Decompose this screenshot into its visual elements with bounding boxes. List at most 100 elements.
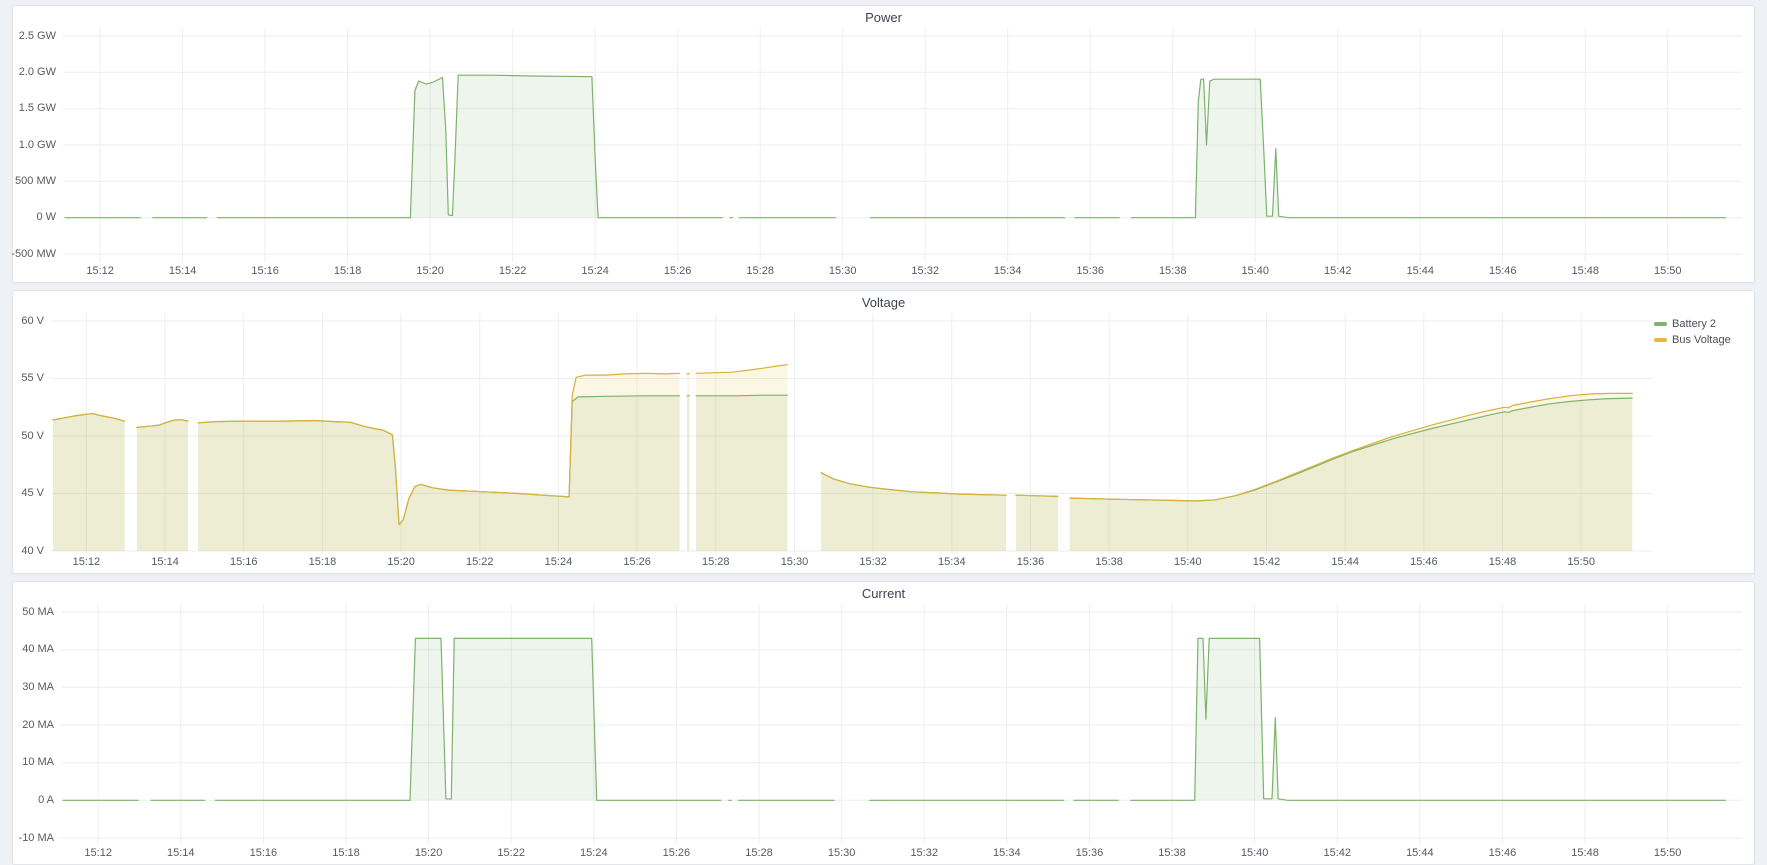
x-tick-label: 15:40: [1233, 847, 1277, 859]
x-tick-label: 15:36: [1008, 556, 1052, 568]
x-tick-label: 15:32: [851, 556, 895, 568]
y-tick-label: 50 V: [21, 430, 44, 442]
x-tick-label: 15:44: [1398, 265, 1442, 277]
x-tick-label: 15:20: [379, 556, 423, 568]
x-tick-label: 15:42: [1316, 265, 1360, 277]
legend-label-bus-voltage: Bus Voltage: [1672, 334, 1731, 346]
x-tick-label: 15:48: [1563, 265, 1607, 277]
x-tick-label: 15:22: [489, 847, 533, 859]
x-tick-label: 15:26: [654, 847, 698, 859]
x-tick-label: 15:38: [1151, 265, 1195, 277]
x-tick-label: 15:20: [407, 847, 451, 859]
x-tick-label: 15:28: [738, 265, 782, 277]
x-axis-power: 15:1215:1415:1615:1815:2015:2215:2415:26…: [63, 262, 1742, 282]
x-tick-label: 15:50: [1646, 265, 1690, 277]
dashboard: { "page": { "background": "#eef1f5" }, "…: [0, 0, 1767, 863]
y-tick-label: 55 V: [21, 372, 44, 384]
x-tick-label: 15:34: [986, 265, 1030, 277]
y-tick-label: 0 W: [36, 211, 56, 223]
x-tick-label: 15:36: [1068, 265, 1112, 277]
x-tick-label: 15:38: [1150, 847, 1194, 859]
y-tick-label: 50 MA: [22, 606, 54, 618]
x-tick-label: 15:34: [930, 556, 974, 568]
y-tick-label: 500 MW: [15, 175, 56, 187]
x-tick-label: 15:28: [737, 847, 781, 859]
x-tick-label: 15:38: [1087, 556, 1131, 568]
x-tick-label: 15:32: [903, 265, 947, 277]
panel-voltage: Voltage 60 V55 V50 V45 V40 V 15:1215:141…: [12, 290, 1755, 574]
plot-area-power[interactable]: [63, 28, 1742, 262]
x-tick-label: 15:18: [324, 847, 368, 859]
x-tick-label: 15:14: [159, 847, 203, 859]
x-tick-label: 15:42: [1245, 556, 1289, 568]
x-tick-label: 15:48: [1563, 847, 1607, 859]
x-tick-label: 15:40: [1166, 556, 1210, 568]
panel-power: Power 2.5 GW 2.0 GW 1.5 GW 1.0 GW 500 MW 0 W -…: [12, 5, 1755, 283]
x-tick-label: 15:12: [64, 556, 108, 568]
panel-title-current[interactable]: Current: [13, 582, 1754, 604]
y-axis-current: 50 MA40 MA30 MA20 MA10 MA0 A-10 MA: [13, 604, 61, 864]
y-axis-power: 2.5 GW 2.0 GW 1.5 GW 1.0 GW 500 MW 0 W -500 MW: [13, 28, 63, 282]
legend-swatch-battery2-icon: [1654, 322, 1667, 326]
y-tick-label: 40 MA: [22, 643, 54, 655]
x-tick-label: 15:16: [241, 847, 285, 859]
legend-item-battery2[interactable]: Battery 2: [1654, 318, 1748, 330]
chart-svg[interactable]: [51, 313, 1652, 553]
panel-title-voltage[interactable]: Voltage: [13, 291, 1754, 313]
x-tick-label: 15:48: [1481, 556, 1525, 568]
x-tick-label: 15:50: [1559, 556, 1603, 568]
x-tick-label: 15:24: [536, 556, 580, 568]
x-tick-label: 15:20: [408, 265, 452, 277]
x-tick-label: 15:16: [243, 265, 287, 277]
x-axis-current: 15:1215:1415:1615:1815:2015:2215:2415:26…: [61, 844, 1742, 864]
y-tick-label: 1.5 GW: [19, 102, 56, 114]
y-tick-label: -500 MW: [11, 248, 56, 260]
y-tick-label: 10 MA: [22, 756, 54, 768]
chart-svg[interactable]: [61, 604, 1742, 844]
x-tick-label: 15:28: [694, 556, 738, 568]
x-tick-label: 15:46: [1402, 556, 1446, 568]
x-tick-label: 15:30: [820, 847, 864, 859]
x-tick-label: 15:14: [161, 265, 205, 277]
x-tick-label: 15:24: [572, 847, 616, 859]
y-tick-label: 60 V: [21, 315, 44, 327]
x-tick-label: 15:30: [772, 556, 816, 568]
y-tick-label: 2.5 GW: [19, 30, 56, 42]
panel-title-power[interactable]: Power: [13, 6, 1754, 28]
legend: Battery 2 Bus Voltage: [1652, 313, 1754, 573]
x-tick-label: 15:46: [1481, 265, 1525, 277]
x-tick-label: 15:16: [222, 556, 266, 568]
x-tick-label: 15:50: [1646, 847, 1690, 859]
plot-area-current[interactable]: [61, 604, 1742, 844]
x-tick-label: 15:12: [78, 265, 122, 277]
chart-svg[interactable]: [63, 28, 1742, 262]
x-tick-label: 15:42: [1315, 847, 1359, 859]
plot-area-voltage[interactable]: [51, 313, 1652, 553]
y-tick-label: 0 A: [38, 794, 54, 806]
panel-body-power: 2.5 GW 2.0 GW 1.5 GW 1.0 GW 500 MW 0 W -500 MW…: [13, 28, 1754, 282]
x-tick-label: 15:14: [143, 556, 187, 568]
y-tick-label: 20 MA: [22, 719, 54, 731]
x-tick-label: 15:24: [573, 265, 617, 277]
x-tick-label: 15:18: [300, 556, 344, 568]
y-tick-label: 40 V: [21, 545, 44, 557]
y-tick-label: -10 MA: [19, 832, 54, 844]
x-tick-label: 15:36: [1067, 847, 1111, 859]
y-tick-label: 45 V: [21, 487, 44, 499]
x-tick-label: 15:26: [615, 556, 659, 568]
x-tick-label: 15:40: [1233, 265, 1277, 277]
y-tick-label: 2.0 GW: [19, 66, 56, 78]
panel-body-voltage: 60 V55 V50 V45 V40 V 15:1215:1415:1615:1…: [13, 313, 1754, 573]
x-tick-label: 15:44: [1323, 556, 1367, 568]
x-tick-label: 15:44: [1398, 847, 1442, 859]
legend-label-battery2: Battery 2: [1672, 318, 1716, 330]
panel-body-current: 50 MA40 MA30 MA20 MA10 MA0 A-10 MA 15:12…: [13, 604, 1754, 864]
x-tick-label: 15:26: [656, 265, 700, 277]
y-tick-label: 1.0 GW: [19, 139, 56, 151]
y-axis-voltage: 60 V 55 V 50 V 45 V 40 V: [13, 313, 51, 573]
legend-item-bus-voltage[interactable]: Bus Voltage: [1654, 334, 1748, 346]
x-tick-label: 15:22: [491, 265, 535, 277]
x-tick-label: 15:22: [458, 556, 502, 568]
legend-swatch-bus-voltage-icon: [1654, 338, 1667, 342]
x-axis-voltage: 15:12 15:14 15:16 15:18 15:20 15:22 15:24 15:26…: [51, 553, 1652, 573]
